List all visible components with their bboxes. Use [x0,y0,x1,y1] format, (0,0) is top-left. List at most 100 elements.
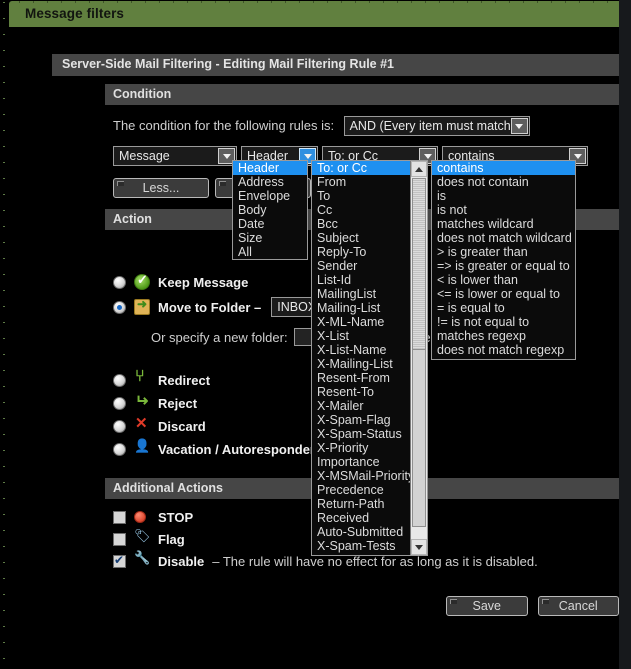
field-option[interactable]: Cc [312,203,410,217]
field-option[interactable]: X-List [312,329,410,343]
field-group-option[interactable]: Envelope [233,189,307,203]
window-titlebar: Message filters [9,1,619,27]
additional-label-disable: Disable [158,553,205,569]
new-folder-label: Or specify a new folder: [151,329,288,345]
field-group-dropdown-list[interactable]: Header Address Envelope Body Date Size All [232,160,308,260]
field-option[interactable]: Resent-From [312,371,410,385]
field-option[interactable]: X-Mailing-List [312,357,410,371]
rule-scope-select[interactable]: Message [113,146,237,166]
action-label-discard: Discard [158,418,206,434]
operator-dropdown-list[interactable]: contains does not contain is is not matches … [431,160,576,360]
field-option[interactable]: X-Spam-Flag [312,413,410,427]
operator-option[interactable]: is not [432,203,575,217]
field-option[interactable]: Precedence [312,483,410,497]
operator-option[interactable]: is [432,189,575,203]
scrollbar-thumb-lower[interactable] [412,349,426,527]
less-button[interactable]: Less... [113,178,209,198]
action-radio-move[interactable] [113,300,126,314]
cancel-button[interactable]: Cancel [537,596,619,616]
action-radio-discard[interactable] [113,419,126,433]
field-option[interactable]: Mailing-List [312,301,410,315]
chevron-down-icon[interactable] [510,118,528,134]
action-label-keep: Keep Message [158,274,249,290]
redirect-arrow-icon [134,368,150,388]
rule-scope-value: Message [119,149,170,163]
field-group-option[interactable]: Body [233,203,307,217]
action-radio-reject[interactable] [113,396,126,410]
additional-label-stop: STOP [158,509,194,525]
field-option[interactable]: Importance [312,455,410,469]
footer-buttons: Save Cancel [105,596,619,616]
operator-options[interactable]: contains does not contain is is not matches … [432,161,575,359]
field-group-option[interactable]: Date [233,217,307,231]
field-option[interactable]: Resent-To [312,385,410,399]
field-dropdown-scrollbar[interactable] [410,161,427,555]
operator-option[interactable]: does not contain [432,175,575,189]
section-condition-header: Condition [105,84,619,105]
field-group-option[interactable]: All [233,245,307,259]
action-label-reject: Reject [158,395,198,411]
save-button[interactable]: Save [446,596,528,616]
operator-option[interactable]: != is not equal to [432,315,575,329]
reject-arrow-icon [134,395,150,411]
field-option[interactable]: List-Id [312,273,410,287]
operator-option[interactable]: matches regexp [432,329,575,343]
window-title: Message filters [25,6,125,21]
green-check-icon [134,272,150,290]
folder-move-icon [134,297,150,315]
field-group-options[interactable]: Header Address Envelope Body Date Size All [233,161,307,259]
wrench-icon [134,550,150,569]
field-option[interactable]: Reply-To [312,245,410,259]
scrollbar-thumb[interactable] [412,178,426,350]
page-scrollbar-track[interactable] [619,0,631,669]
field-group-option[interactable]: Size [233,231,307,245]
field-option[interactable]: X-Priority [312,441,410,455]
match-mode-value: AND (Every item must match) [349,119,511,133]
field-option[interactable]: X-List-Name [312,343,410,357]
match-mode-select[interactable]: AND (Every item must match) [343,116,530,136]
operator-option[interactable]: > is greater than [432,245,575,259]
field-dropdown-list[interactable]: To: or Cc From To Cc Bcc Subject Reply-To Sende… [311,160,428,556]
field-option[interactable]: From [312,175,410,189]
additional-checkbox-stop[interactable] [113,510,126,524]
field-option[interactable]: Received [312,511,410,525]
condition-mode-row: The condition for the following rules is… [105,116,619,136]
action-radio-vacation[interactable] [113,442,126,456]
field-option[interactable]: X-MSMail-Priority [312,469,410,483]
field-option[interactable]: Bcc [312,217,410,231]
field-option[interactable]: X-Spam-Status [312,427,410,441]
field-group-option[interactable]: Header [233,161,307,175]
red-x-icon [134,414,150,434]
operator-option[interactable]: does not match wildcard [432,231,575,245]
additional-checkbox-flag[interactable] [113,532,126,546]
field-option[interactable]: X-ML-Name [312,315,410,329]
user-clock-icon [134,438,150,457]
operator-option[interactable]: <= is lower or equal to [432,287,575,301]
operator-option[interactable]: = is equal to [432,301,575,315]
field-group-option[interactable]: Address [233,175,307,189]
window-left-edge [0,0,9,669]
action-radio-keep[interactable] [113,275,126,289]
field-option[interactable]: Auto-Submitted [312,525,410,539]
field-options[interactable]: To: or Cc From To Cc Bcc Subject Reply-To Sende… [312,161,410,555]
operator-option[interactable]: < is lower than [432,273,575,287]
additional-checkbox-disable[interactable] [113,553,126,568]
field-option[interactable]: Sender [312,259,410,273]
additional-label-flag: Flag [158,531,185,547]
field-option[interactable]: X-Spam-Tests [312,539,410,553]
action-radio-redirect[interactable] [113,373,126,387]
action-label-redirect: Redirect [158,372,211,388]
window-edge-dots [3,2,5,667]
scroll-up-icon[interactable] [411,161,427,177]
operator-option[interactable]: does not match regexp [432,343,575,357]
operator-option[interactable]: matches wildcard [432,217,575,231]
field-option[interactable]: X-Mailer [312,399,410,413]
field-option[interactable]: Subject [312,231,410,245]
field-option[interactable]: To [312,189,410,203]
field-option[interactable]: MailingList [312,287,410,301]
operator-option[interactable]: contains [432,161,575,175]
field-option[interactable]: Return-Path [312,497,410,511]
operator-option[interactable]: => is greater or equal to [432,259,575,273]
field-option[interactable]: To: or Cc [312,161,410,175]
scroll-down-icon[interactable] [411,539,427,555]
